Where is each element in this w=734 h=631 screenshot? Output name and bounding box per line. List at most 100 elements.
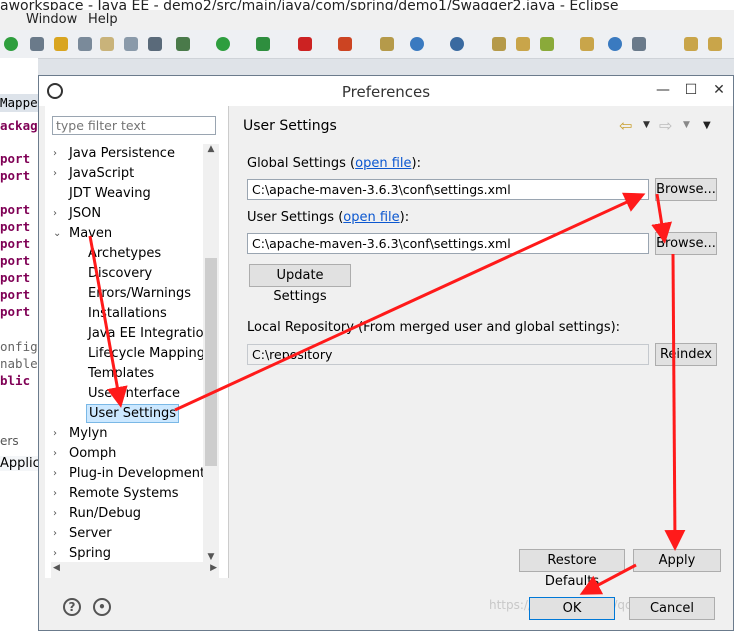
expand-chevron-icon[interactable]: › (53, 504, 63, 524)
back-arrow-icon[interactable]: ⇦ (619, 116, 632, 135)
expand-chevron-icon[interactable]: › (53, 144, 63, 164)
code-line: port (0, 304, 31, 319)
forward-arrow-icon[interactable]: ⇨ (659, 116, 672, 135)
scroll-right-icon[interactable]: ▶ (210, 563, 217, 573)
menu-window[interactable]: Window (26, 12, 77, 27)
new-package-icon[interactable] (410, 37, 424, 51)
tree-item[interactable]: › Oomph (53, 444, 118, 464)
tree-item-label: Spring (69, 546, 111, 561)
expand-chevron-icon[interactable]: › (53, 444, 63, 464)
tree-item[interactable]: › Spring (53, 544, 113, 564)
run-server-icon[interactable] (256, 37, 270, 51)
search-icon[interactable] (632, 37, 646, 51)
new-class-icon[interactable] (380, 37, 394, 51)
tree-item[interactable]: › Plug-in Development (53, 464, 207, 484)
close-button[interactable]: ✕ (705, 78, 733, 102)
restore-defaults-button[interactable]: Restore Defaults (519, 549, 625, 589)
forward-menu-icon[interactable]: ▼ (683, 120, 690, 130)
scroll-down-icon[interactable]: ▼ (203, 552, 219, 562)
tree-item[interactable]: Discovery (86, 264, 154, 284)
expand-chevron-icon[interactable]: › (53, 484, 63, 504)
maximize-button[interactable]: ☐ (677, 78, 705, 102)
tree-item[interactable]: › Java Persistence (53, 144, 177, 164)
tree-item[interactable]: › Run/Debug (53, 504, 143, 524)
tree-item-label: JDT Weaving (69, 186, 151, 201)
debug-icon[interactable] (30, 37, 44, 51)
tree-scroll-thumb[interactable] (205, 258, 217, 466)
stop-icon[interactable] (298, 37, 312, 51)
expand-chevron-icon[interactable]: › (53, 524, 63, 544)
expand-chevron-icon[interactable]: › (53, 544, 63, 564)
user-browse-button[interactable]: Browse... (655, 232, 717, 255)
open-icon[interactable] (124, 37, 138, 51)
update-settings-button[interactable]: Update Settings (249, 264, 351, 304)
tool-icon[interactable] (78, 37, 92, 51)
reindex-button[interactable]: Reindex (655, 343, 717, 366)
tree-item[interactable]: › Mylyn (53, 424, 109, 444)
tree-item[interactable]: › Server (53, 524, 114, 544)
tree-item-label: Lifecycle Mapping (88, 346, 205, 361)
save-icon[interactable] (100, 37, 114, 51)
tree-item[interactable]: › JavaScript (53, 164, 136, 184)
tree-item[interactable]: › JSON (53, 204, 103, 224)
tree-item[interactable]: Lifecycle Mapping (86, 344, 207, 364)
tree-item[interactable]: Installations (86, 304, 169, 324)
user-label-suffix: ): (399, 210, 410, 225)
user-settings-label: User Settings (open file): (247, 210, 409, 225)
prev-annotation-icon[interactable] (708, 37, 722, 51)
collapse-chevron-icon[interactable]: ⌄ (53, 224, 63, 244)
minimize-button[interactable]: — (649, 78, 677, 102)
help-icon[interactable]: ? (63, 598, 81, 616)
scroll-left-icon[interactable]: ◀ (53, 563, 60, 573)
apply-button[interactable]: Apply (633, 549, 721, 572)
menu-help[interactable]: Help (88, 12, 118, 27)
tree-item[interactable]: JDT Weaving (67, 184, 153, 204)
new-project-icon[interactable] (450, 37, 464, 51)
dialog-title: Preferences (341, 83, 431, 101)
tree-item[interactable]: User Interface (86, 384, 182, 404)
tree-item[interactable]: Java EE Integration (86, 324, 214, 344)
next-annotation-icon[interactable] (684, 37, 698, 51)
ok-button[interactable]: OK (529, 597, 615, 620)
global-open-file-link[interactable]: open file (355, 156, 411, 171)
user-settings-field[interactable]: C:\apache-maven-3.6.3\conf\settings.xml (247, 233, 649, 254)
view-menu-icon[interactable]: ▼ (703, 120, 711, 131)
tree-item[interactable]: › Remote Systems (53, 484, 181, 504)
tree-item[interactable]: Archetypes (86, 244, 163, 264)
expand-chevron-icon[interactable]: › (53, 464, 63, 484)
expand-chevron-icon[interactable]: › (53, 164, 63, 184)
cancel-button[interactable]: Cancel (629, 597, 715, 620)
run-app-icon[interactable] (216, 37, 230, 51)
global-browse-button[interactable]: Browse... (655, 178, 717, 201)
global-settings-field[interactable]: C:\apache-maven-3.6.3\conf\settings.xml (247, 179, 649, 200)
view-item[interactable]: Applica (0, 456, 48, 471)
user-open-file-link[interactable]: open file (343, 210, 399, 225)
open-folder-icon[interactable] (516, 37, 530, 51)
open-type-icon[interactable] (580, 37, 594, 51)
view-tab[interactable]: ers (0, 434, 19, 448)
expand-chevron-icon[interactable]: › (53, 204, 63, 224)
tree-item[interactable]: ⌄ Maven (53, 224, 114, 244)
tree-item[interactable]: Errors/Warnings (86, 284, 193, 304)
external-tools-icon[interactable] (338, 37, 352, 51)
pencil-icon[interactable] (540, 37, 554, 51)
eclipse-menubar: Window Help (0, 10, 734, 30)
expand-chevron-icon[interactable]: › (53, 424, 63, 444)
tree-item[interactable]: User Settings (86, 404, 180, 424)
run-icon[interactable] (4, 37, 18, 51)
back-menu-icon[interactable]: ▼ (643, 120, 650, 130)
bug-icon[interactable] (176, 37, 190, 51)
scroll-up-icon[interactable]: ▲ (203, 144, 219, 154)
tree-horizontal-scrollbar[interactable]: ◀ ▶ (51, 562, 219, 578)
globe-icon[interactable] (608, 37, 622, 51)
terminal-icon[interactable] (148, 37, 162, 51)
import-export-icon[interactable]: • (93, 598, 111, 616)
local-repo-label: Local Repository (From merged user and g… (247, 320, 621, 335)
preferences-dialog: Preferences — ☐ ✕ › Java Persistence › Java… (38, 75, 734, 631)
editor-tab[interactable]: Mapper (0, 94, 45, 112)
folder-icon[interactable] (492, 37, 506, 51)
broom-icon[interactable] (54, 37, 68, 51)
tree-item[interactable]: Templates (86, 364, 156, 384)
filter-input[interactable] (52, 116, 216, 135)
tree-vertical-scrollbar[interactable]: ▲ ▼ (203, 144, 219, 562)
